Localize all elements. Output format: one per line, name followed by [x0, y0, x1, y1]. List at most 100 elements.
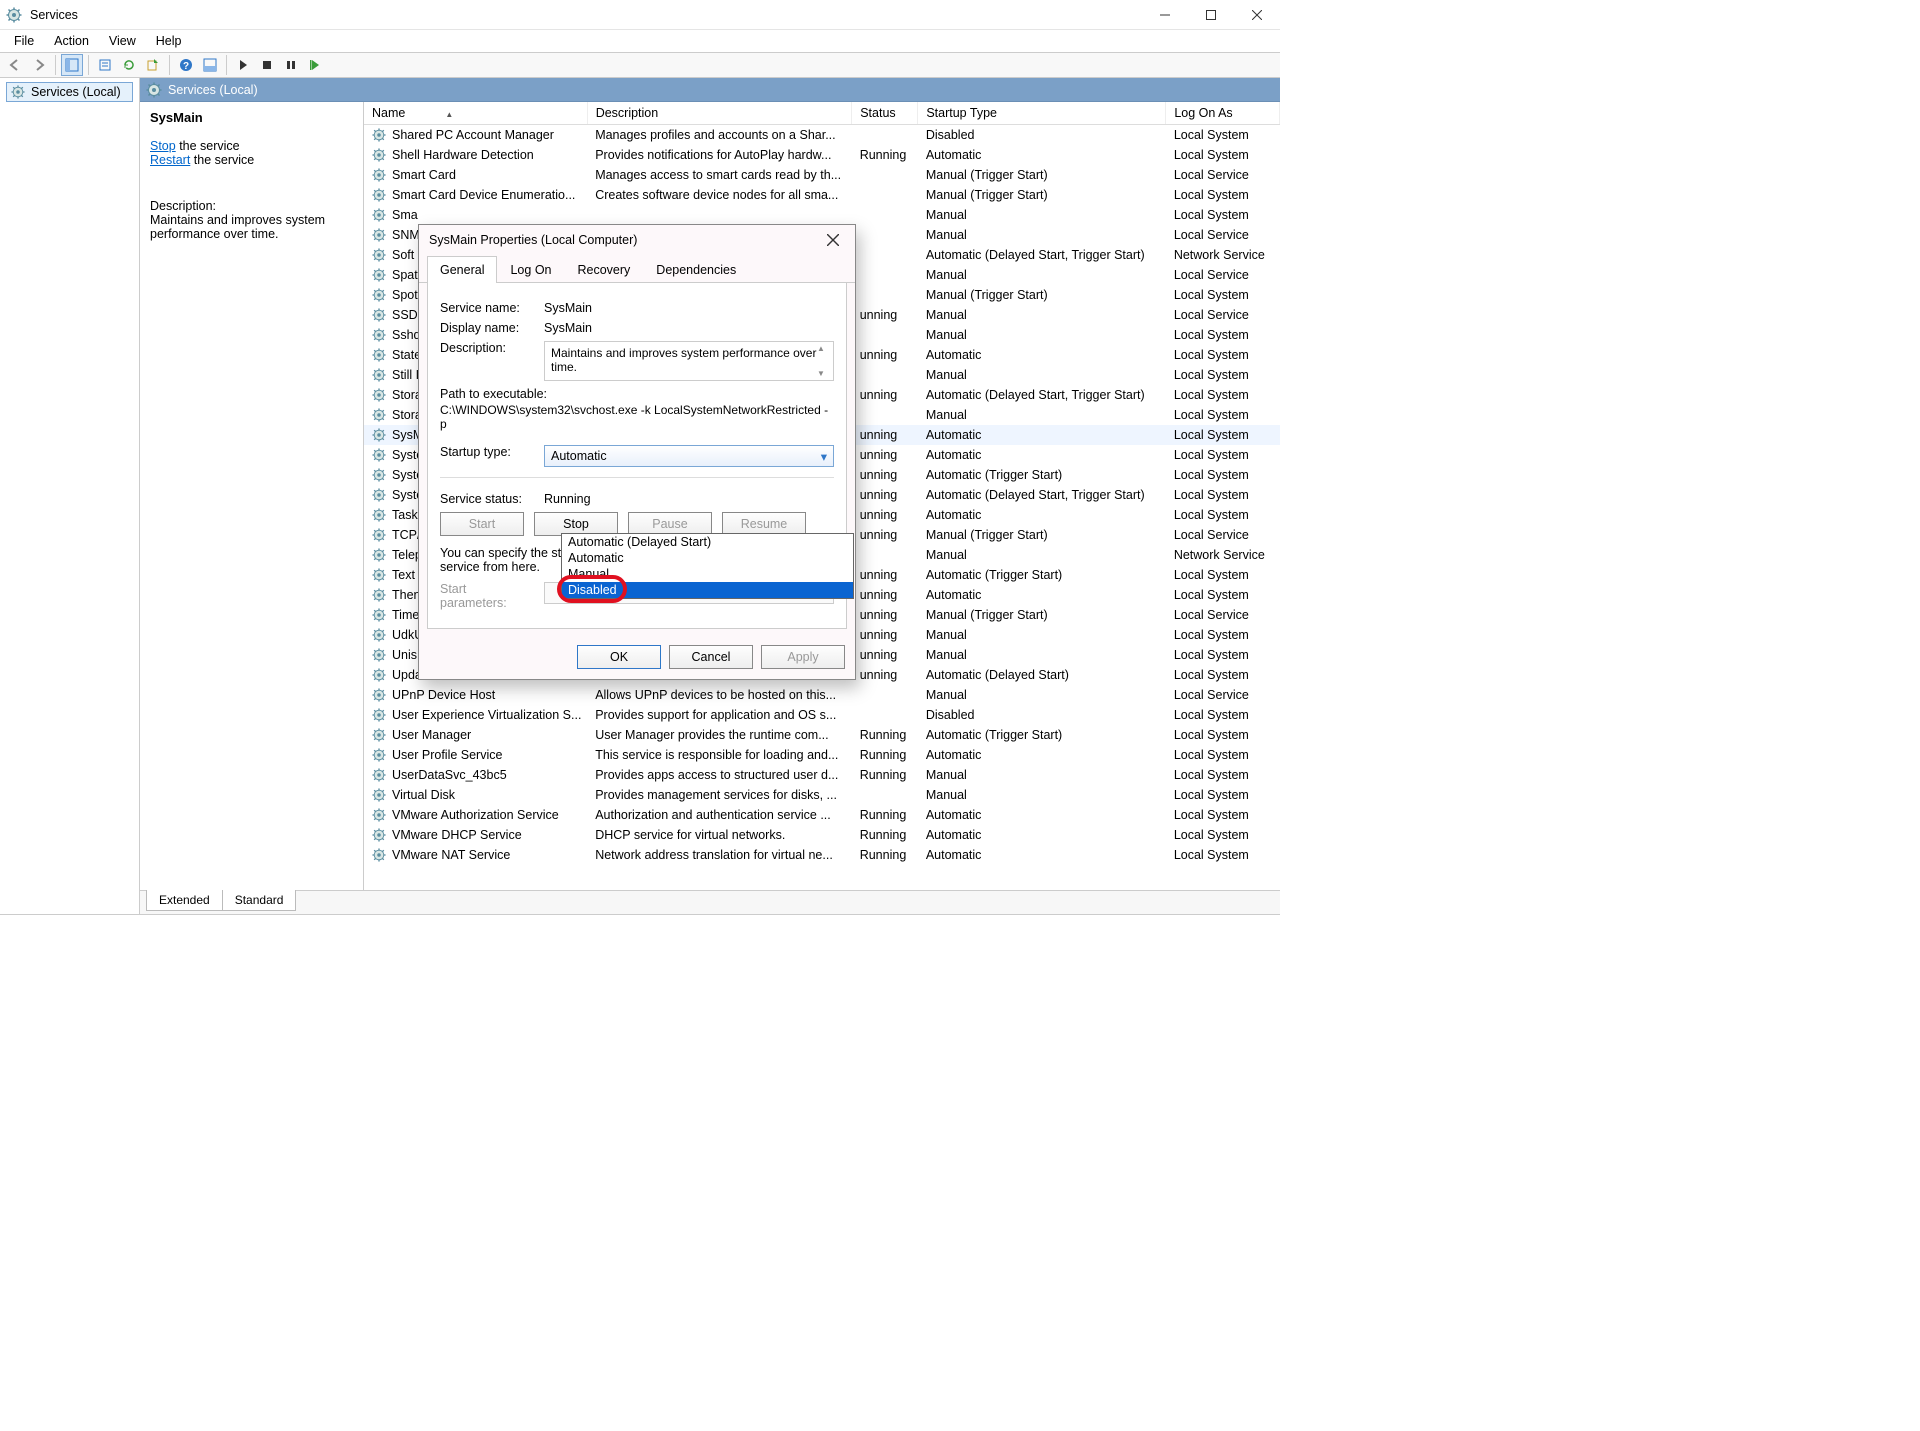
- description-spinner[interactable]: ▲▼: [817, 344, 831, 378]
- tab-standard[interactable]: Standard: [222, 890, 297, 911]
- restart-service-link[interactable]: Restart: [150, 153, 190, 167]
- table-row[interactable]: User ManagerUser Manager provides the ru…: [364, 725, 1280, 745]
- tab-extended[interactable]: Extended: [146, 890, 223, 911]
- app-icon: [6, 7, 22, 23]
- menu-help[interactable]: Help: [148, 32, 190, 50]
- col-status[interactable]: Status: [852, 102, 918, 125]
- properties-button[interactable]: [94, 54, 116, 76]
- stop-service-button[interactable]: [256, 54, 278, 76]
- gear-icon: [372, 368, 386, 382]
- gear-icon: [372, 428, 386, 442]
- gear-icon: [372, 348, 386, 362]
- dropdown-option[interactable]: Manual: [562, 566, 853, 582]
- ok-button[interactable]: OK: [577, 645, 661, 669]
- window-titlebar: Services: [0, 0, 1280, 30]
- menu-file[interactable]: File: [6, 32, 42, 50]
- startup-type-dropdown[interactable]: Automatic (Delayed Start)AutomaticManual…: [561, 533, 854, 599]
- tree-item-services-local[interactable]: Services (Local): [6, 82, 133, 102]
- label-display-name: Display name:: [440, 321, 532, 335]
- gear-icon: [372, 668, 386, 682]
- forward-button[interactable]: [28, 54, 50, 76]
- status-bar: [0, 914, 1280, 932]
- table-row[interactable]: User Experience Virtualization S...Provi…: [364, 705, 1280, 725]
- menu-view[interactable]: View: [101, 32, 144, 50]
- gear-icon: [372, 648, 386, 662]
- gear-icon: [372, 288, 386, 302]
- col-description[interactable]: Description: [587, 102, 852, 125]
- table-row[interactable]: Shared PC Account ManagerManages profile…: [364, 125, 1280, 145]
- close-button[interactable]: [1234, 0, 1280, 30]
- col-name[interactable]: Name▲: [364, 102, 587, 125]
- tree-item-label: Services (Local): [31, 85, 121, 99]
- value-description[interactable]: Maintains and improves system performanc…: [544, 341, 834, 381]
- view-tabs: Extended Standard: [140, 890, 1280, 914]
- gear-icon: [372, 768, 386, 782]
- menu-action[interactable]: Action: [46, 32, 97, 50]
- gear-icon: [146, 82, 162, 98]
- start-service-button[interactable]: [232, 54, 254, 76]
- col-logon[interactable]: Log On As: [1166, 102, 1280, 125]
- details-pane-button[interactable]: [199, 54, 221, 76]
- label-service-status: Service status:: [440, 492, 532, 506]
- label-path: Path to executable:: [440, 387, 547, 401]
- tab-general[interactable]: General: [427, 256, 497, 283]
- value-display-name: SysMain: [544, 321, 834, 335]
- restart-service-button[interactable]: [304, 54, 326, 76]
- dropdown-option[interactable]: Disabled: [562, 582, 853, 598]
- tab-dependencies[interactable]: Dependencies: [643, 256, 749, 283]
- table-row[interactable]: Smart CardManages access to smart cards …: [364, 165, 1280, 185]
- dropdown-option[interactable]: Automatic (Delayed Start): [562, 534, 853, 550]
- table-row[interactable]: VMware Authorization ServiceAuthorizatio…: [364, 805, 1280, 825]
- refresh-button[interactable]: [118, 54, 140, 76]
- gear-icon: [372, 328, 386, 342]
- gear-icon: [372, 388, 386, 402]
- gear-icon: [372, 588, 386, 602]
- description-text: Maintains and improves system performanc…: [150, 213, 353, 241]
- table-row[interactable]: VMware DHCP ServiceDHCP service for virt…: [364, 825, 1280, 845]
- dialog-titlebar: SysMain Properties (Local Computer): [419, 225, 855, 255]
- gear-icon: [11, 85, 25, 99]
- gear-icon: [372, 528, 386, 542]
- table-row[interactable]: Shell Hardware DetectionProvides notific…: [364, 145, 1280, 165]
- gear-icon: [372, 568, 386, 582]
- gear-icon: [372, 248, 386, 262]
- col-startup[interactable]: Startup Type: [918, 102, 1166, 125]
- gear-icon: [372, 168, 386, 182]
- table-row[interactable]: Virtual DiskProvides management services…: [364, 785, 1280, 805]
- tab-recovery[interactable]: Recovery: [565, 256, 644, 283]
- table-row[interactable]: SmaManualLocal System: [364, 205, 1280, 225]
- tree-pane: Services (Local): [0, 78, 140, 914]
- toolbar: ?: [0, 52, 1280, 78]
- dialog-title: SysMain Properties (Local Computer): [429, 233, 637, 247]
- dialog-close-button[interactable]: [821, 228, 845, 252]
- table-row[interactable]: UPnP Device HostAllows UPnP devices to b…: [364, 685, 1280, 705]
- dropdown-option[interactable]: Automatic: [562, 550, 853, 566]
- cancel-button[interactable]: Cancel: [669, 645, 753, 669]
- pause-service-button[interactable]: [280, 54, 302, 76]
- label-startup-type: Startup type:: [440, 445, 532, 459]
- sort-asc-icon: ▲: [445, 110, 453, 119]
- back-button[interactable]: [4, 54, 26, 76]
- menu-bar: File Action View Help: [0, 30, 1280, 52]
- show-hide-tree-button[interactable]: [61, 54, 83, 76]
- chevron-down-icon: ▾: [821, 449, 827, 464]
- gear-icon: [372, 308, 386, 322]
- tab-logon[interactable]: Log On: [497, 256, 564, 283]
- table-row[interactable]: User Profile ServiceThis service is resp…: [364, 745, 1280, 765]
- startup-type-combo[interactable]: Automatic ▾: [544, 445, 834, 467]
- description-label: Description:: [150, 199, 353, 213]
- value-service-status: Running: [544, 492, 591, 506]
- table-row[interactable]: Smart Card Device Enumeratio...Creates s…: [364, 185, 1280, 205]
- stop-service-link[interactable]: Stop: [150, 139, 176, 153]
- table-row[interactable]: VMware NAT ServiceNetwork address transl…: [364, 845, 1280, 865]
- gear-icon: [372, 188, 386, 202]
- minimize-button[interactable]: [1142, 0, 1188, 30]
- help-button[interactable]: ?: [175, 54, 197, 76]
- gear-icon: [372, 548, 386, 562]
- gear-icon: [372, 128, 386, 142]
- table-row[interactable]: UserDataSvc_43bc5Provides apps access to…: [364, 765, 1280, 785]
- gear-icon: [372, 208, 386, 222]
- export-button[interactable]: [142, 54, 164, 76]
- gear-icon: [372, 788, 386, 802]
- maximize-button[interactable]: [1188, 0, 1234, 30]
